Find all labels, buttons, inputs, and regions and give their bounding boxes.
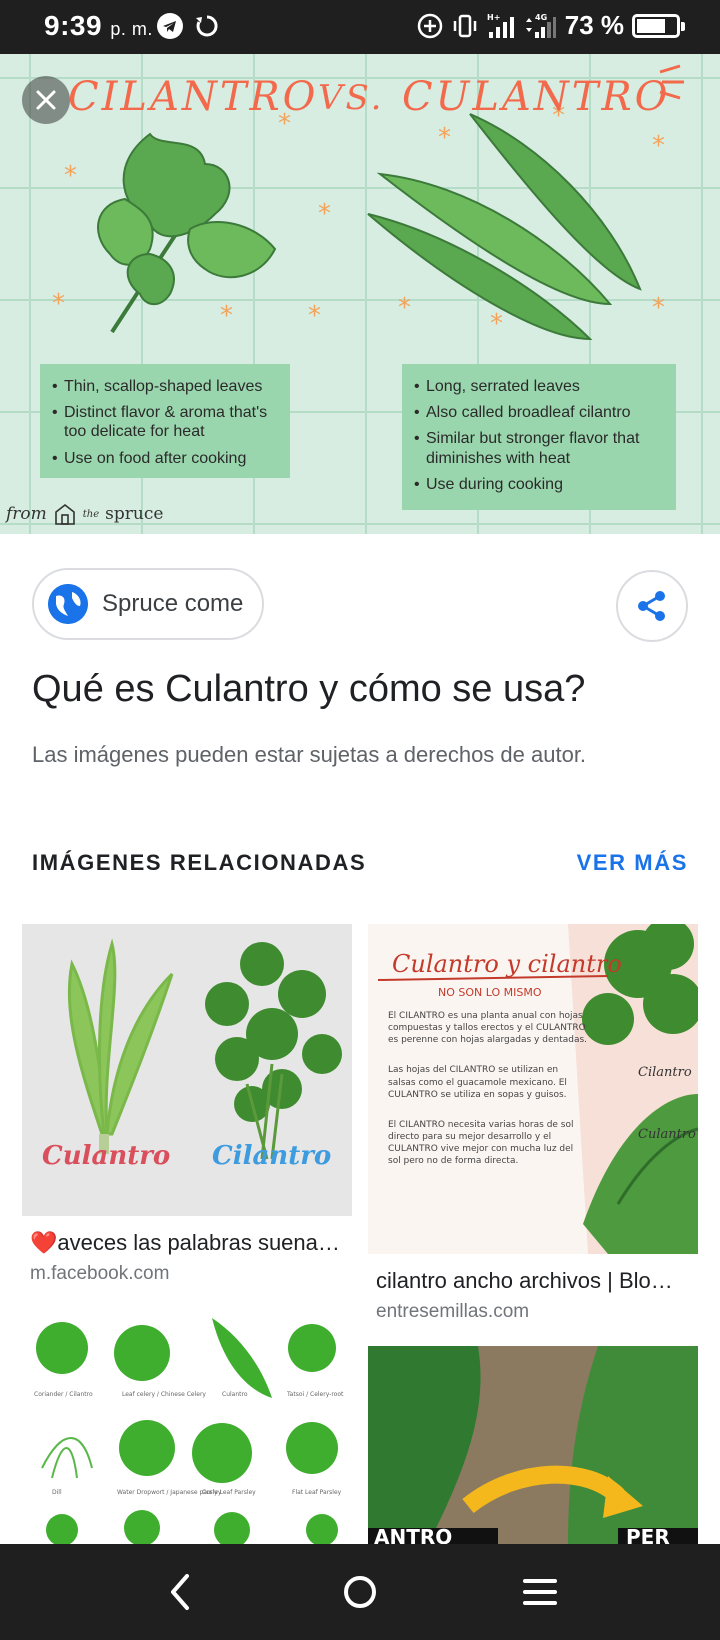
navigation-bar <box>0 1544 720 1640</box>
cilantro-point: Thin, scallop-shaped leaves <box>52 377 278 396</box>
menu-icon <box>523 1579 557 1605</box>
related-result-domain: entresemillas.com <box>376 1301 530 1322</box>
related-images-header: IMÁGENES RELACIONADAS <box>32 850 367 875</box>
related-image-thumbnail[interactable]: ANTRO PER <box>368 1346 698 1544</box>
hero-title-vs: VS. <box>318 78 385 118</box>
back-button[interactable] <box>158 1570 202 1614</box>
credit-the: the <box>82 508 100 520</box>
herb-label: Tatsoi / Celery-root <box>286 1391 344 1398</box>
infographic-paragraph: El CILANTRO necesita varias horas de sol… <box>388 1119 574 1167</box>
telegram-icon <box>157 13 183 39</box>
svg-text:*: * <box>318 199 331 229</box>
globe-icon <box>48 584 88 624</box>
credit-from: from <box>6 504 47 524</box>
culantro-point: Also called broadleaf cilantro <box>414 403 664 422</box>
recents-button[interactable] <box>518 1570 562 1614</box>
infographic-tag-cilantro: Cilantro <box>638 1065 692 1080</box>
see-more-link[interactable]: VER MÁS <box>577 850 688 876</box>
svg-text:*: * <box>52 289 65 319</box>
herb-grid-photo: Coriander / Cilantro Leaf celery / Chine… <box>22 1308 352 1544</box>
cilantro-label: Cilantro <box>212 1141 331 1171</box>
related-image-thumbnail[interactable]: Coriander / Cilantro Leaf celery / Chine… <box>22 1308 352 1544</box>
related-image-thumbnail[interactable]: Culantro Cilantro <box>22 924 352 1216</box>
hero-title-right: CULANTRO <box>402 74 671 120</box>
clock-text: 9:39 <box>44 10 103 41</box>
spruce-credit: from the spruce <box>6 502 163 526</box>
source-label: Spruce come <box>102 590 244 617</box>
herb-label: Culantro <box>222 1391 248 1398</box>
related-image-thumbnail[interactable]: Culantro y cilantro NO SON LO MISMO El C… <box>368 924 698 1254</box>
home-button[interactable] <box>338 1570 382 1614</box>
culantro-infographic: Culantro y cilantro NO SON LO MISMO El C… <box>368 924 698 1254</box>
clock-ampm: p. m. <box>110 19 153 39</box>
data-saver-icon <box>417 13 442 38</box>
sync-icon <box>196 15 218 37</box>
battery-fill <box>637 18 665 33</box>
hero-title-left: CILANTRO <box>68 74 319 120</box>
home-icon <box>344 1576 376 1608</box>
related-result-title[interactable]: cilantro ancho archivos | Blo… <box>376 1268 688 1294</box>
svg-text:*: * <box>490 309 503 339</box>
svg-text:*: * <box>398 293 411 323</box>
copyright-note: Las imágenes pueden estar sujetas a dere… <box>32 742 587 767</box>
related-result-title[interactable]: ❤️aveces las palabras suena… <box>30 1230 352 1256</box>
cilantro-illustration <box>97 132 277 334</box>
svg-text:*: * <box>438 123 451 153</box>
svg-text:H+: H+ <box>487 13 500 22</box>
svg-text:*: * <box>652 131 665 161</box>
cilantro-point: Distinct flavor & aroma that's too delic… <box>52 403 278 441</box>
herb-label: Flat Leaf Parsley <box>292 1489 342 1496</box>
signal-4g-icon: 4G <box>525 13 556 38</box>
herb-label: Dill <box>52 1489 62 1496</box>
battery-icon <box>632 13 685 38</box>
vibrate-icon <box>453 14 476 37</box>
close-button[interactable] <box>22 76 70 124</box>
culantro-card: Long, serrated leaves Also called broadl… <box>402 364 676 510</box>
svg-text:*: * <box>652 293 665 323</box>
related-result-domain: m.facebook.com <box>30 1263 170 1284</box>
share-button[interactable] <box>616 570 688 642</box>
infographic-heading: Culantro y cilantro <box>392 950 622 978</box>
hero-image[interactable]: * * * * * * * * * * * * CILANTRO VS. CULANTRO <box>0 54 720 534</box>
culantro-point: Long, serrated leaves <box>414 377 664 396</box>
credit-brand: spruce <box>105 504 164 524</box>
share-icon <box>638 591 665 621</box>
battery-percent: 73 % <box>564 10 624 40</box>
page-title[interactable]: Qué es Culantro y cómo se usa? <box>32 668 585 711</box>
banner-text-left: ANTRO <box>374 1525 452 1544</box>
infographic-paragraph: El CILANTRO es una planta anual con hoja… <box>388 1011 588 1046</box>
culantro-point: Use during cooking <box>414 475 664 494</box>
leaf-comparison-photo: ANTRO PER <box>368 1346 698 1544</box>
svg-text:4G: 4G <box>535 13 547 22</box>
herb-label: Leaf celery / Chinese Celery <box>122 1391 206 1398</box>
close-icon <box>36 90 56 110</box>
herb-label: Coriander / Cilantro <box>34 1391 93 1398</box>
house-icon <box>54 503 75 525</box>
svg-text:*: * <box>220 301 233 331</box>
infographic-subheading: NO SON LO MISMO <box>438 986 542 999</box>
back-icon <box>171 1574 189 1610</box>
culantro-cilantro-photo: Culantro Cilantro <box>22 924 352 1216</box>
culantro-label: Culantro <box>42 1141 170 1171</box>
source-chip[interactable]: Spruce come <box>32 568 264 640</box>
svg-text:*: * <box>64 161 77 191</box>
banner-text-right: PER <box>626 1525 670 1544</box>
infographic-tag-culantro: Culantro <box>638 1127 696 1142</box>
cilantro-point: Use on food after cooking <box>52 449 278 468</box>
herb-label: Curly Leaf Parsley <box>202 1489 256 1496</box>
infographic-paragraph: Las hojas del CILANTRO se utilizan en sa… <box>388 1065 567 1100</box>
status-bar: 9:39 p. m. H+ 4G 73 % <box>0 0 720 54</box>
culantro-point: Similar but stronger flavor that diminis… <box>414 429 664 467</box>
cilantro-card: Thin, scallop-shaped leaves Distinct fla… <box>40 364 290 478</box>
signal-icon: H+ <box>487 13 514 38</box>
status-time: 9:39 p. m. <box>44 10 153 42</box>
svg-text:*: * <box>308 301 321 331</box>
